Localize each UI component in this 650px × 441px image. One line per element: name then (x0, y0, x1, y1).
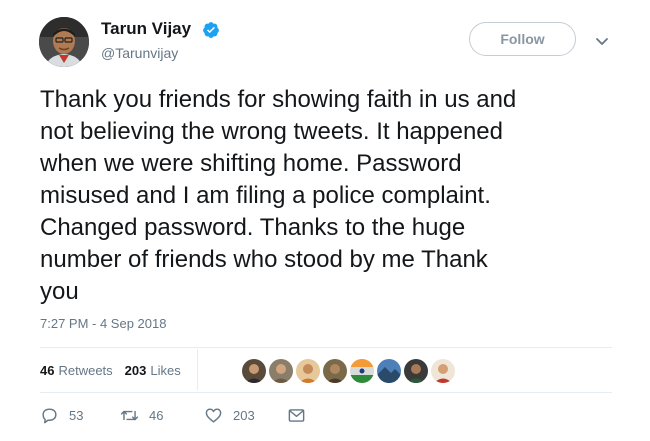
liker-avatar[interactable] (430, 358, 456, 384)
author-avatar[interactable] (39, 17, 89, 67)
retweet-icon (120, 410, 139, 421)
liker-avatar[interactable] (376, 358, 402, 384)
retweets-count[interactable]: 46 (40, 363, 54, 378)
tweet-text: Thank you friends for showing faith in u… (40, 86, 517, 305)
envelope-icon (288, 409, 305, 422)
liker-avatar[interactable] (268, 358, 294, 384)
reply-button[interactable]: 53 (40, 406, 83, 425)
retweet-count: 46 (149, 408, 164, 423)
tweet-stats: 46 Retweets 203 Likes (40, 363, 193, 378)
liker-avatar[interactable] (349, 358, 375, 384)
likes-count[interactable]: 203 (125, 363, 147, 378)
likes-label[interactable]: Likes (150, 363, 180, 378)
follow-button[interactable]: Follow (469, 22, 576, 56)
reply-count: 53 (69, 408, 84, 423)
reply-icon (42, 408, 57, 424)
liker-avatar[interactable] (322, 358, 348, 384)
divider (40, 347, 612, 348)
chevron-down-icon[interactable] (594, 33, 610, 49)
retweets-label[interactable]: Retweets (58, 363, 112, 378)
liker-avatar[interactable] (403, 358, 429, 384)
heart-icon (205, 408, 222, 423)
like-count: 203 (233, 408, 255, 423)
divider (40, 392, 612, 393)
verified-badge-icon (203, 22, 219, 38)
tweet-timestamp[interactable]: 7:27 PM - 4 Sep 2018 (40, 316, 166, 331)
liker-avatar[interactable] (295, 358, 321, 384)
tweet-card: Tarun Vijay @Tarunvijay Follow Thank you… (0, 0, 650, 441)
like-button[interactable]: 203 (204, 406, 255, 425)
author-handle[interactable]: @Tarunvijay (101, 45, 178, 61)
direct-message-button[interactable] (287, 406, 306, 425)
retweet-button[interactable]: 46 (120, 406, 163, 425)
liker-avatar[interactable] (241, 358, 267, 384)
stats-separator (197, 349, 198, 390)
author-name[interactable]: Tarun Vijay (101, 19, 191, 39)
